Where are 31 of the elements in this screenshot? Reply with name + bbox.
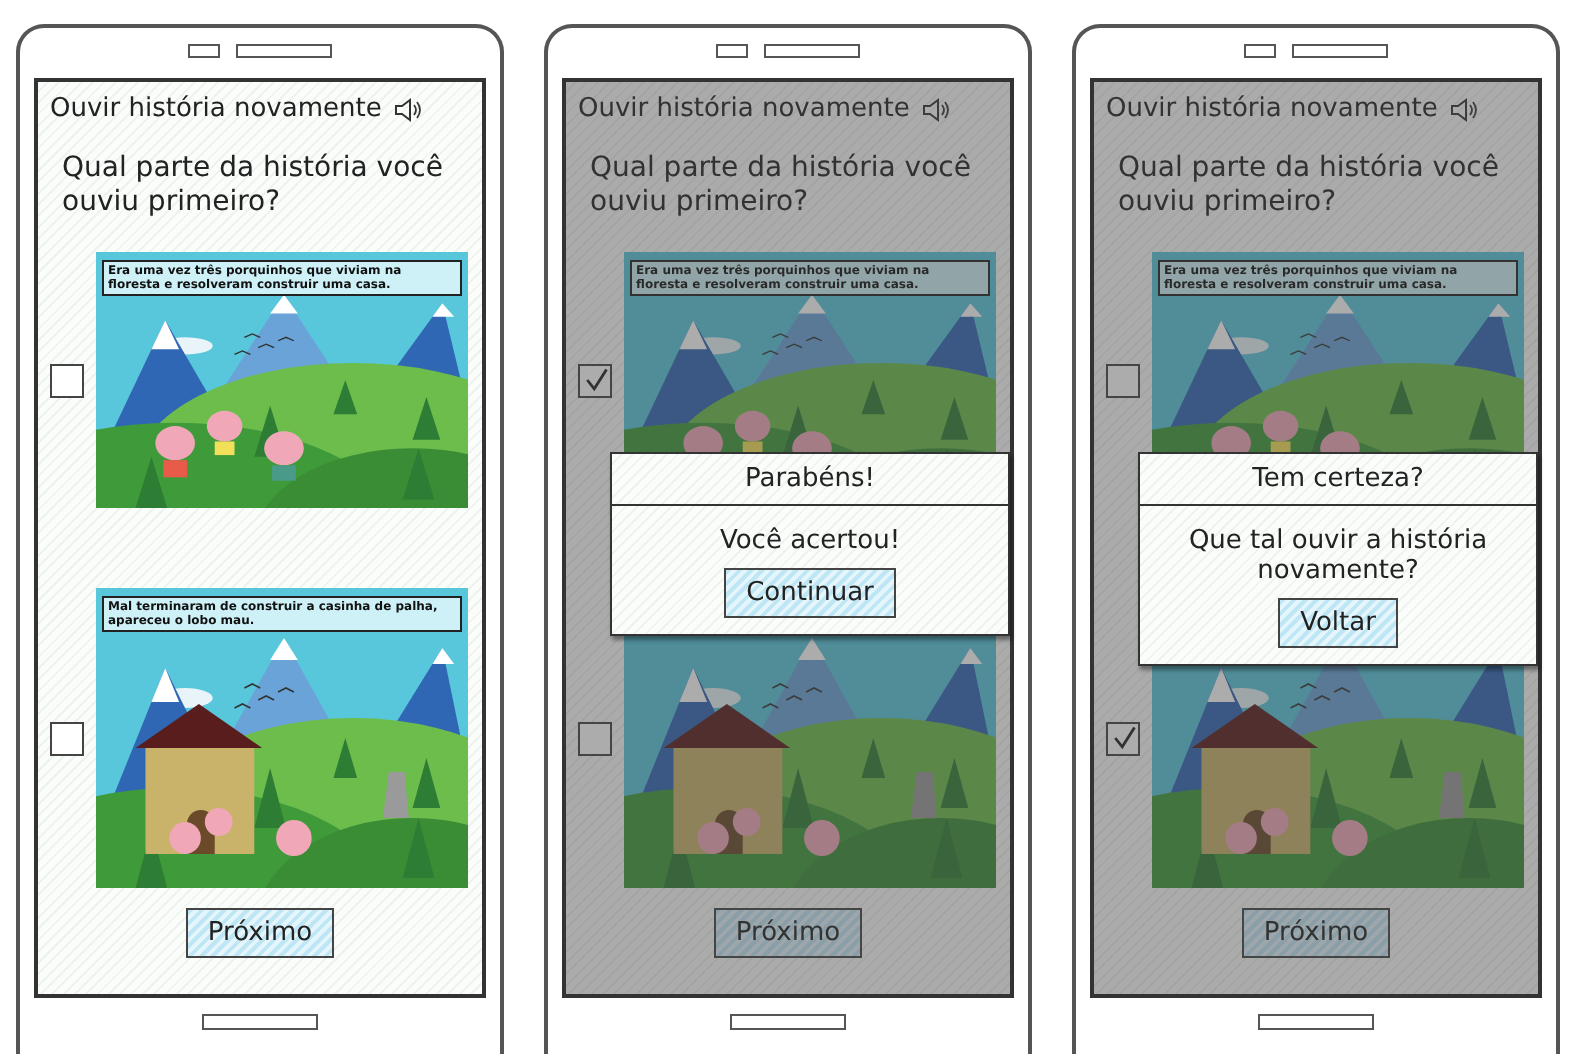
replay-story-link[interactable]: Ouvir história novamente: [50, 94, 382, 124]
next-button[interactable]: Próximo: [185, 908, 335, 958]
camera-slot: [188, 44, 220, 58]
question-text: Qual parte da história você ouviu primeiro?: [590, 152, 973, 220]
dialog-button[interactable]: Continuar: [724, 568, 896, 618]
camera-slot: [1244, 44, 1276, 58]
dialog-button[interactable]: Voltar: [1278, 598, 1398, 648]
home-button[interactable]: [1258, 1014, 1374, 1030]
answer-checkbox[interactable]: [50, 721, 84, 755]
answer-checkbox[interactable]: [1106, 363, 1140, 397]
answer-checkbox[interactable]: [1106, 721, 1140, 755]
speaker-slot: [236, 44, 332, 58]
home-button[interactable]: [730, 1014, 846, 1030]
home-button[interactable]: [202, 1014, 318, 1030]
speaker-slot: [764, 44, 860, 58]
next-button[interactable]: Próximo: [1241, 908, 1391, 958]
answer-checkbox[interactable]: [50, 363, 84, 397]
question-text: Qual parte da história você ouviu primeiro?: [62, 152, 445, 220]
camera-slot: [716, 44, 748, 58]
dialog-message: Que tal ouvir a história novamente?: [1186, 526, 1490, 586]
dialog-title: Tem certeza?: [1140, 454, 1536, 506]
next-button[interactable]: Próximo: [713, 908, 863, 958]
answer-checkbox[interactable]: [578, 721, 612, 755]
question-text: Qual parte da história você ouviu primeiro?: [1118, 152, 1501, 220]
dialog-title: Parabéns!: [612, 454, 1008, 506]
speaker-icon[interactable]: [393, 97, 422, 121]
replay-story-link[interactable]: Ouvir história novamente: [578, 94, 910, 124]
replay-story-link[interactable]: Ouvir história novamente: [1106, 94, 1438, 124]
answer-checkbox[interactable]: [578, 363, 612, 397]
dialog-message: Você acertou!: [719, 526, 901, 556]
speaker-slot: [1292, 44, 1388, 58]
